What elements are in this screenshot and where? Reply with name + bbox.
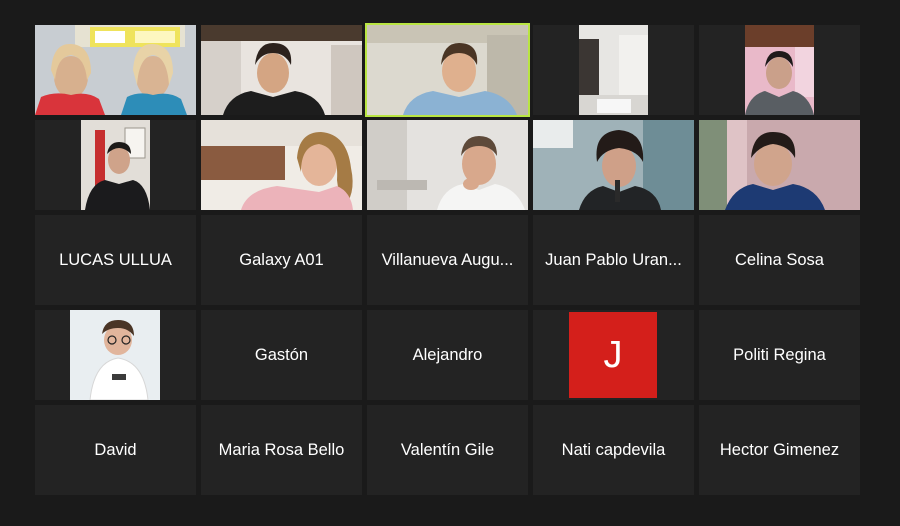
participant-tile[interactable]: Celina Sosa: [699, 215, 860, 305]
letter-avatar: J: [569, 312, 657, 398]
video-feed: [81, 120, 150, 210]
participant-tile[interactable]: LUCAS ULLUA: [35, 215, 196, 305]
participant-tile[interactable]: [35, 25, 196, 115]
video-feed: [745, 25, 814, 115]
participant-tile[interactable]: Maria Rosa Bello: [201, 405, 362, 495]
participant-name: Hector Gimenez: [719, 440, 840, 459]
participant-name: Gastón: [254, 345, 309, 364]
participant-tile[interactable]: Gastón: [201, 310, 362, 400]
participant-name: David: [94, 440, 137, 459]
participant-name: Celina Sosa: [735, 250, 824, 269]
participant-name: Alejandro: [412, 345, 483, 364]
participant-tile[interactable]: Juan Pablo Uran...: [533, 215, 694, 305]
video-feed: [367, 25, 528, 115]
participant-tile[interactable]: [699, 120, 860, 210]
participant-tile[interactable]: [35, 310, 196, 400]
participant-tile[interactable]: [533, 25, 694, 115]
participant-tile[interactable]: [201, 25, 362, 115]
video-feed: [579, 25, 648, 115]
participant-tile[interactable]: Hector Gimenez: [699, 405, 860, 495]
gallery-grid: LUCAS ULLUA Galaxy A01 Villanueva Augu..…: [35, 23, 860, 495]
participant-tile-active-speaker[interactable]: [365, 23, 530, 117]
participant-tile[interactable]: J: [533, 310, 694, 400]
video-feed: [35, 25, 196, 115]
participant-name: Valentín Gile: [400, 440, 495, 459]
video-feed: [533, 120, 694, 210]
participant-tile[interactable]: [533, 120, 694, 210]
participant-name: LUCAS ULLUA: [59, 250, 172, 269]
participant-name: Galaxy A01: [239, 250, 324, 269]
profile-photo: [70, 310, 160, 400]
participant-tile[interactable]: [201, 120, 362, 210]
participant-name: Nati capdevila: [561, 440, 666, 459]
video-feed: [201, 25, 362, 115]
participant-tile[interactable]: [367, 120, 528, 210]
participant-tile[interactable]: Villanueva Augu...: [367, 215, 528, 305]
participant-tile[interactable]: Galaxy A01: [201, 215, 362, 305]
participant-name: Politi Regina: [733, 345, 826, 364]
video-feed: [201, 120, 362, 210]
participant-tile[interactable]: David: [35, 405, 196, 495]
participant-tile[interactable]: Valentín Gile: [367, 405, 528, 495]
video-feed: [699, 120, 860, 210]
participant-tile[interactable]: Politi Regina: [699, 310, 860, 400]
participant-name: Juan Pablo Uran...: [545, 250, 682, 269]
participant-tile[interactable]: Alejandro: [367, 310, 528, 400]
participant-tile[interactable]: [35, 120, 196, 210]
video-feed: [367, 120, 528, 210]
participant-tile[interactable]: [699, 25, 860, 115]
participant-name: Maria Rosa Bello: [218, 440, 345, 459]
participant-name: Villanueva Augu...: [381, 250, 514, 269]
participant-tile[interactable]: Nati capdevila: [533, 405, 694, 495]
